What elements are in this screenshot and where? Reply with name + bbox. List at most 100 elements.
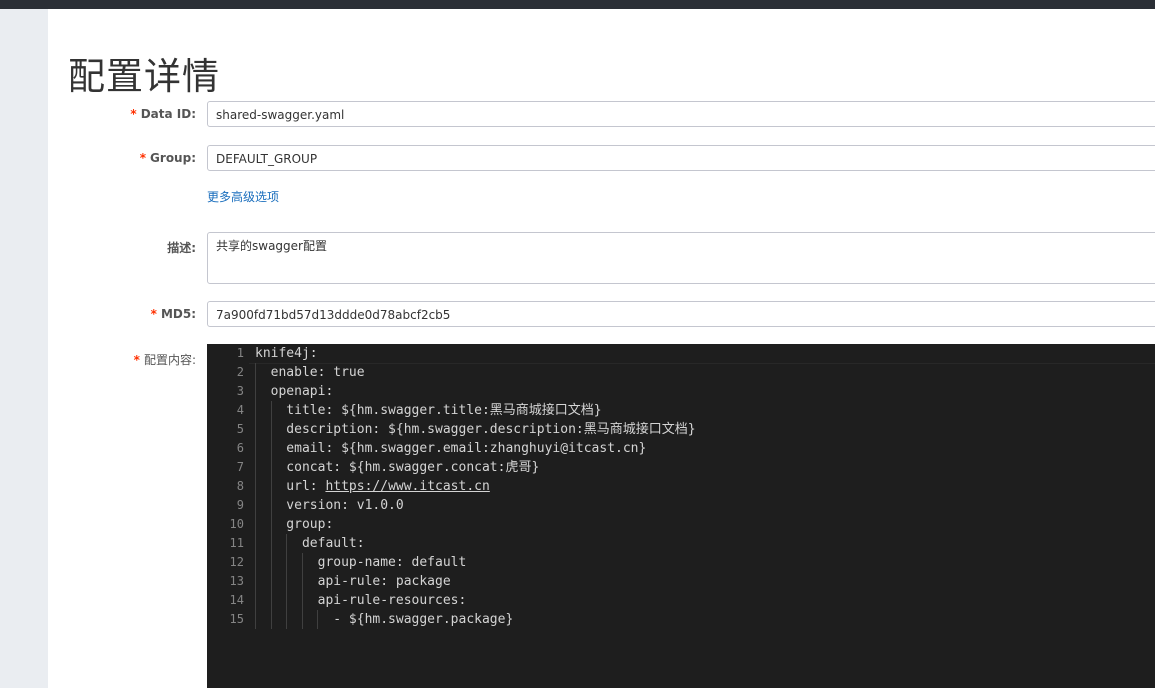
code-line: 10 group: <box>207 515 1155 534</box>
code-editor[interactable]: 1 knife4j: 2 enable: true 3 openapi: 4 title… <box>207 344 1155 688</box>
indent-guide <box>317 610 319 629</box>
line-number: 12 <box>229 555 244 569</box>
code-text: description: ${hm.swagger.description:黑马… <box>255 422 696 437</box>
line-number: 3 <box>236 384 244 398</box>
line-number: 7 <box>236 460 244 474</box>
indent-guide <box>270 420 272 439</box>
left-sidebar-rail <box>0 9 48 688</box>
code-text: api-rule: package <box>255 574 451 589</box>
indent-guide <box>255 439 256 458</box>
indent-guide <box>255 420 256 439</box>
line-number: 14 <box>229 593 244 607</box>
indent-guide <box>270 401 272 420</box>
line-number: 2 <box>236 365 244 379</box>
description-label: 描述: <box>167 239 196 256</box>
line-number: 6 <box>236 441 244 455</box>
description-textarea[interactable]: 共享的swagger配置 <box>207 232 1155 284</box>
code-text: email: ${hm.swagger.email:zhanghuyi@itca… <box>255 441 647 456</box>
indent-guide <box>270 610 272 629</box>
indent-guide <box>301 610 303 629</box>
indent-guide <box>301 572 303 591</box>
code-line: 7 concat: ${hm.swagger.concat:虎哥} <box>207 458 1155 477</box>
description-label-text: 描述: <box>167 241 196 255</box>
page-title: 配置详情 <box>68 55 220 98</box>
more-advanced-options-link[interactable]: 更多高级选项 <box>207 188 279 205</box>
indent-guide <box>286 534 288 553</box>
indent-guide <box>255 610 256 629</box>
line-number: 5 <box>236 422 244 436</box>
data-id-label-text: Data ID: <box>140 107 196 121</box>
code-text: group: <box>255 517 334 532</box>
indent-guide <box>270 439 272 458</box>
code-text: knife4j: <box>255 346 318 361</box>
code-line: 3 openapi: <box>207 382 1155 401</box>
md5-label-text: MD5: <box>160 307 196 321</box>
indent-guide <box>286 572 288 591</box>
indent-guide <box>270 496 272 515</box>
content-label-text: 配置内容: <box>143 353 196 367</box>
indent-guide <box>255 382 256 401</box>
indent-guide <box>270 591 272 610</box>
indent-guide <box>270 458 272 477</box>
line-number: 8 <box>236 479 244 493</box>
indent-guide <box>270 572 272 591</box>
indent-guide <box>255 458 256 477</box>
indent-guide <box>270 515 272 534</box>
code-line: 9 version: v1.0.0 <box>207 496 1155 515</box>
code-text: concat: ${hm.swagger.concat:虎哥} <box>255 460 540 475</box>
code-line: 15 - ${hm.swagger.package} <box>207 610 1155 629</box>
code-line: 13 api-rule: package <box>207 572 1155 591</box>
code-text: url: https://www.itcast.cn <box>255 479 490 494</box>
code-text: - ${hm.swagger.package} <box>255 612 514 627</box>
indent-guide <box>270 477 272 496</box>
top-navbar <box>0 0 1155 9</box>
code-line: 8 url: https://www.itcast.cn <box>207 477 1155 496</box>
indent-guide <box>270 553 272 572</box>
indent-guide <box>255 534 256 553</box>
indent-guide <box>255 363 256 382</box>
indent-guide <box>255 553 256 572</box>
group-label: * Group: <box>140 151 196 165</box>
content-label: * 配置内容: <box>134 351 196 368</box>
code-text: version: v1.0.0 <box>255 498 404 513</box>
indent-guide <box>301 553 303 572</box>
required-marker: * <box>130 107 137 121</box>
line-number: 4 <box>236 403 244 417</box>
group-label-text: Group: <box>150 151 196 165</box>
code-text: openapi: <box>255 384 334 399</box>
indent-guide <box>255 591 256 610</box>
code-line: 12 group-name: default <box>207 553 1155 572</box>
code-text: enable: true <box>255 365 365 380</box>
code-line: 5 description: ${hm.swagger.description:… <box>207 420 1155 439</box>
indent-guide <box>270 534 272 553</box>
code-line: 2 enable: true <box>207 363 1155 382</box>
required-marker: * <box>133 353 140 367</box>
code-line: 1 knife4j: <box>207 344 1155 363</box>
line-number: 11 <box>229 536 244 550</box>
indent-guide <box>255 401 256 420</box>
code-line: 4 title: ${hm.swagger.title:黑马商城接口文档} <box>207 401 1155 420</box>
line-number: 1 <box>236 346 244 360</box>
indent-guide <box>255 477 256 496</box>
indent-guide <box>286 553 288 572</box>
group-field[interactable]: DEFAULT_GROUP <box>207 145 1155 171</box>
code-line: 11 default: <box>207 534 1155 553</box>
line-number: 9 <box>236 498 244 512</box>
indent-guide <box>286 591 288 610</box>
data-id-label: * Data ID: <box>130 107 196 121</box>
line-number: 10 <box>229 517 244 531</box>
indent-guide <box>301 591 303 610</box>
code-text: title: ${hm.swagger.title:黑马商城接口文档} <box>255 403 602 418</box>
code-line: 6 email: ${hm.swagger.email:zhanghuyi@it… <box>207 439 1155 458</box>
code-line: 14 api-rule-resources: <box>207 591 1155 610</box>
md5-label: * MD5: <box>151 307 196 321</box>
code-link[interactable]: https://www.itcast.cn <box>325 479 489 494</box>
md5-field[interactable]: 7a900fd71bd57d13ddde0d78abcf2cb5 <box>207 301 1155 327</box>
indent-guide <box>255 496 256 515</box>
data-id-field[interactable]: shared-swagger.yaml <box>207 101 1155 127</box>
indent-guide <box>255 515 256 534</box>
line-number: 13 <box>229 574 244 588</box>
indent-guide <box>255 572 256 591</box>
required-marker: * <box>150 307 157 321</box>
indent-guide <box>286 610 288 629</box>
